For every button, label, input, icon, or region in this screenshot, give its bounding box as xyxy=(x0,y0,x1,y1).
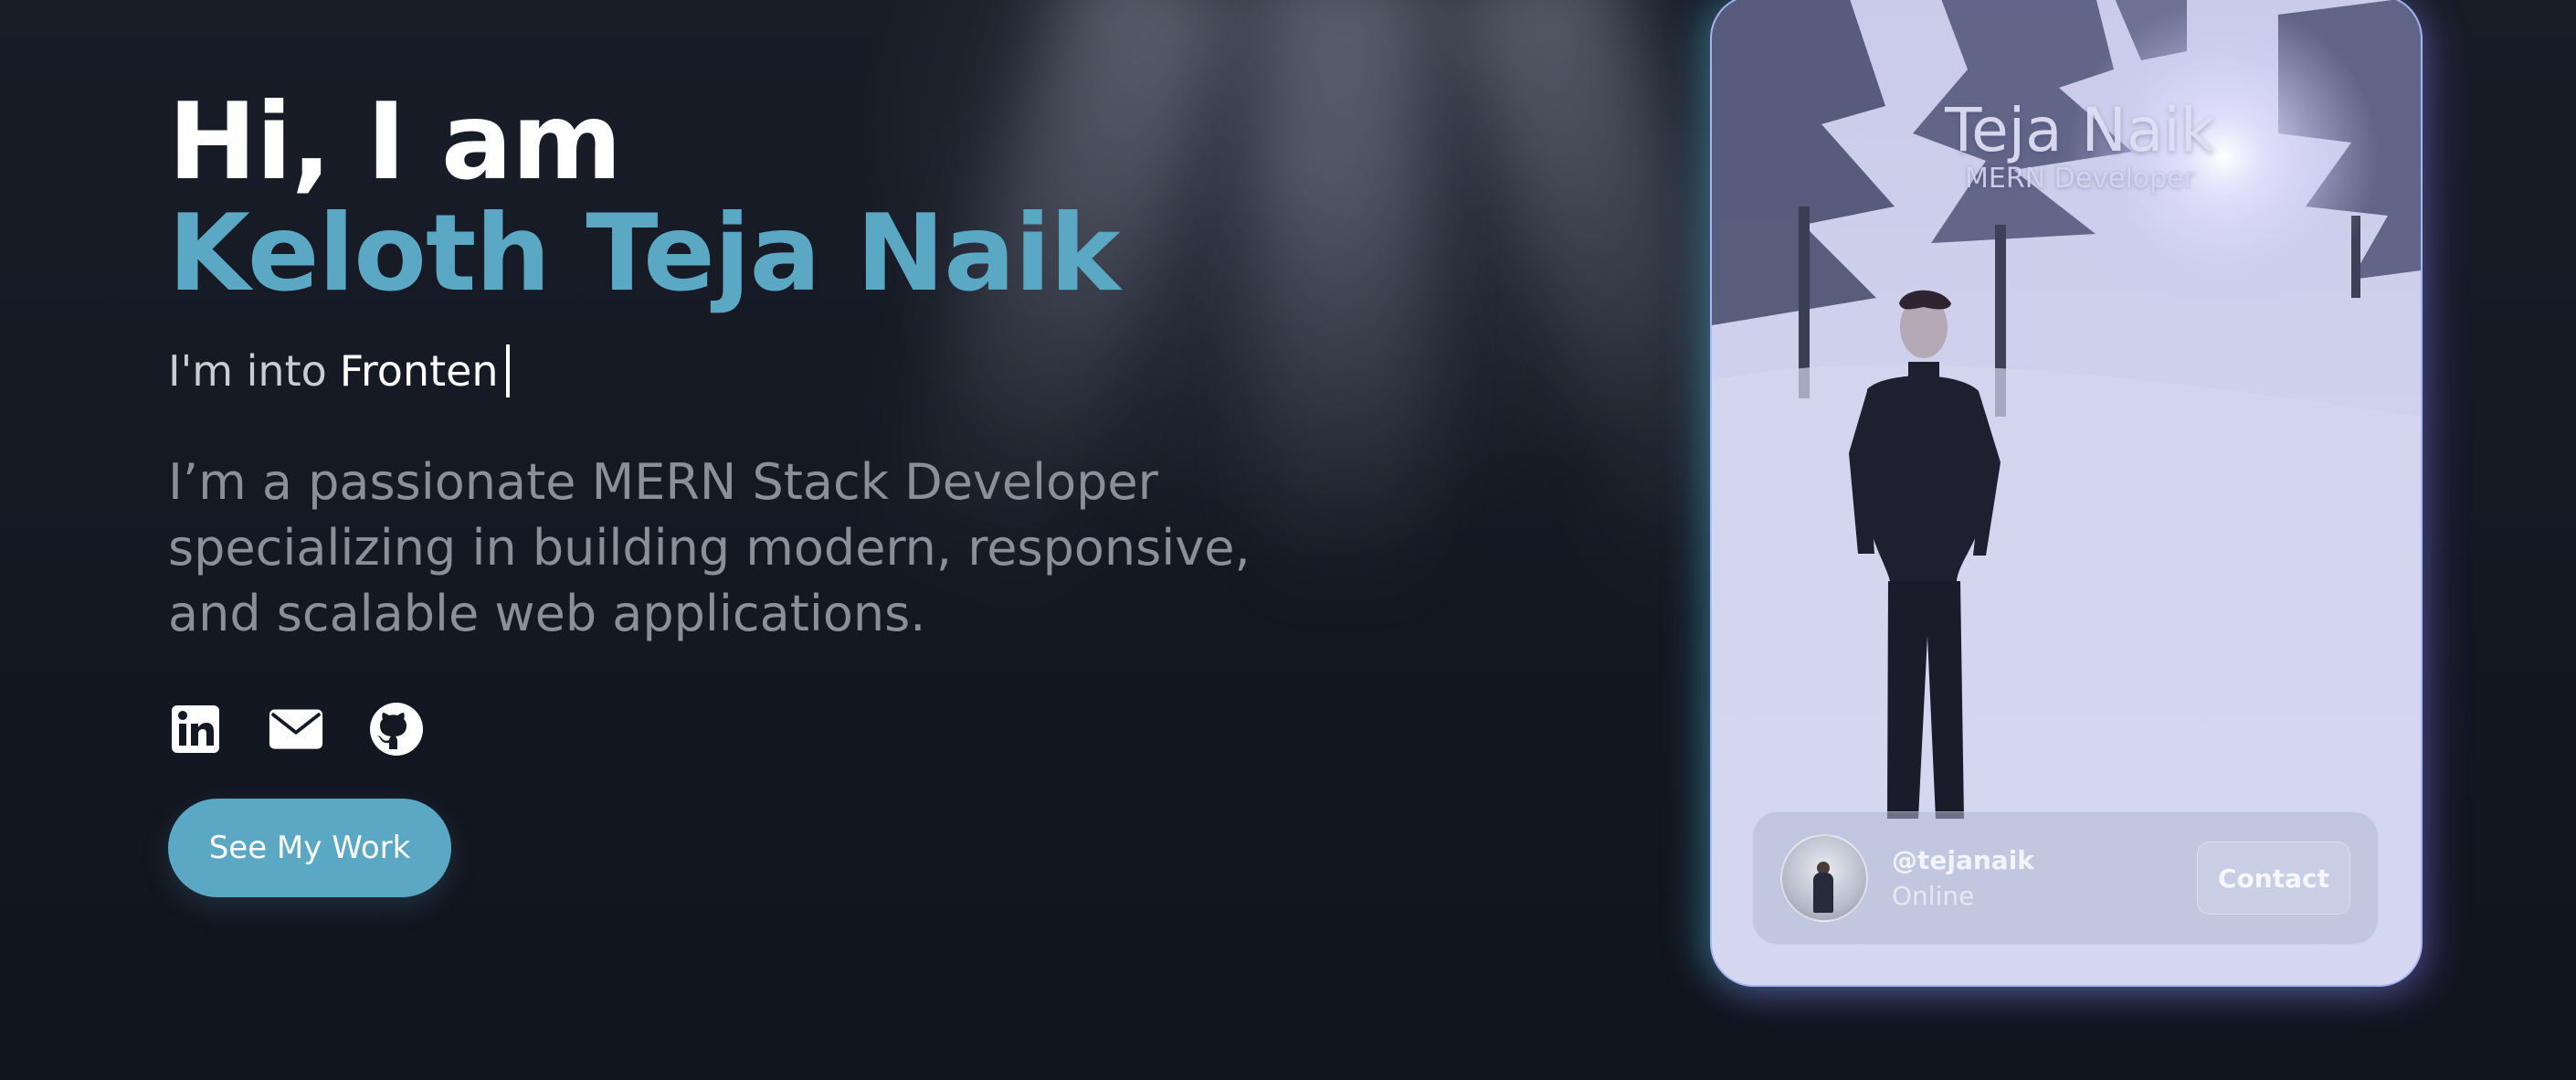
linkedin-icon[interactable] xyxy=(168,702,223,757)
avatar xyxy=(1780,834,1868,922)
typing-line: I'm into Fronten xyxy=(168,344,1356,398)
hero-bio: I’m a passionate MERN Stack Developer sp… xyxy=(168,453,1251,642)
user-info: @tejanaik Online xyxy=(1892,845,2034,911)
card-subtitle: MERN Developer xyxy=(1965,163,2195,195)
github-icon[interactable] xyxy=(369,702,424,757)
mail-icon[interactable] xyxy=(269,702,323,757)
portfolio-hero-page: Hi, I am Keloth Teja Naik I'm into Front… xyxy=(0,0,2576,1080)
contact-button[interactable]: Contact xyxy=(2197,842,2350,915)
see-my-work-button[interactable]: See My Work xyxy=(168,799,451,897)
typing-cursor xyxy=(505,344,510,397)
typing-prefix: I'm into xyxy=(168,346,327,396)
profile-card: Teja Naik MERN Developer @tejanaik Onlin… xyxy=(1710,0,2423,987)
card-user-bar: @tejanaik Online Contact xyxy=(1752,811,2379,945)
typing-word: Fronten xyxy=(339,346,499,396)
card-title: Teja Naik xyxy=(1945,95,2215,165)
hero-greeting: Hi, I am xyxy=(168,80,622,204)
user-handle: @tejanaik xyxy=(1892,845,2034,875)
user-status: Online xyxy=(1892,881,1975,911)
hero-name: Keloth Teja Naik xyxy=(168,192,1120,315)
social-links xyxy=(168,702,1356,757)
hero-intro: Hi, I am Keloth Teja Naik I'm into Front… xyxy=(168,88,1356,897)
avatar-figure-body xyxy=(1813,873,1833,913)
